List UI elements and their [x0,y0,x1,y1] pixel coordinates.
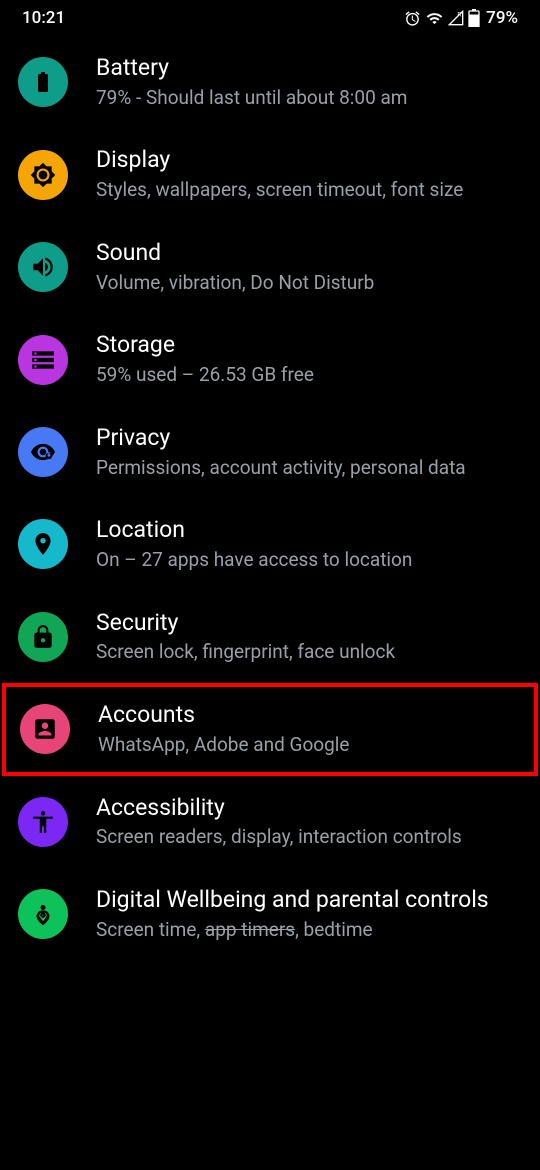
accounts-icon [20,704,70,754]
wellbeing-icon [18,889,68,939]
setting-security-text: Security Screen lock, fingerprint, face … [96,609,522,665]
setting-storage-text: Storage 59% used – 26.53 GB free [96,331,522,387]
setting-security-title: Security [96,609,522,638]
status-battery-pct: 79% [486,8,518,28]
setting-accounts-text: Accounts WhatsApp, Adobe and Google [98,701,520,757]
setting-accessibility-title: Accessibility [96,794,522,823]
setting-sound-text: Sound Volume, vibration, Do Not Disturb [96,239,522,295]
setting-wellbeing-text: Digital Wellbeing and parental controls … [96,886,522,942]
setting-sound-title: Sound [96,239,522,268]
setting-battery-title: Battery [96,54,522,83]
alarm-icon [404,10,421,27]
wellbeing-sub-strike: app timers [205,918,295,941]
setting-privacy-sub: Permissions, account activity, personal … [96,456,522,481]
setting-accessibility-text: Accessibility Screen readers, display, i… [96,794,522,850]
setting-wellbeing-title: Digital Wellbeing and parental controls [96,886,522,915]
setting-display-sub: Styles, wallpapers, screen timeout, font… [96,178,522,203]
status-time: 10:21 [22,8,65,28]
status-right: R 79% [404,8,518,28]
setting-location-text: Location On – 27 apps have access to loc… [96,516,522,572]
setting-battery[interactable]: Battery 79% - Should last until about 8:… [0,36,540,128]
wellbeing-sub-pre: Screen time, [96,918,205,941]
setting-accessibility[interactable]: Accessibility Screen readers, display, i… [0,776,540,868]
setting-battery-text: Battery 79% - Should last until about 8:… [96,54,522,110]
setting-storage[interactable]: Storage 59% used – 26.53 GB free [0,313,540,405]
setting-display[interactable]: Display Styles, wallpapers, screen timeo… [0,128,540,220]
battery-icon [468,9,480,27]
wifi-icon [425,10,444,27]
setting-wellbeing[interactable]: Digital Wellbeing and parental controls … [0,868,540,960]
setting-accounts-title: Accounts [98,701,520,730]
setting-display-title: Display [96,146,522,175]
setting-accounts-sub: WhatsApp, Adobe and Google [98,733,520,758]
wellbeing-sub-post: , bedtime [295,918,372,941]
settings-list: Battery 79% - Should last until about 8:… [0,30,540,960]
display-icon [18,150,68,200]
setting-location[interactable]: Location On – 27 apps have access to loc… [0,498,540,590]
setting-security-sub: Screen lock, fingerprint, face unlock [96,640,522,665]
setting-sound[interactable]: Sound Volume, vibration, Do Not Disturb [0,221,540,313]
setting-security[interactable]: Security Screen lock, fingerprint, face … [0,591,540,683]
setting-accounts[interactable]: Accounts WhatsApp, Adobe and Google [2,683,538,775]
setting-location-title: Location [96,516,522,545]
setting-sound-sub: Volume, vibration, Do Not Disturb [96,271,522,296]
signal-icon: R [448,10,464,26]
privacy-icon [18,427,68,477]
setting-location-sub: On – 27 apps have access to location [96,548,522,573]
location-icon [18,519,68,569]
status-bar: 10:21 R 79% [0,0,540,30]
sound-icon [18,242,68,292]
storage-icon [18,335,68,385]
setting-display-text: Display Styles, wallpapers, screen timeo… [96,146,522,202]
setting-privacy-text: Privacy Permissions, account activity, p… [96,424,522,480]
setting-storage-title: Storage [96,331,522,360]
setting-privacy-title: Privacy [96,424,522,453]
setting-wellbeing-sub: Screen time, app timers, bedtime [96,918,522,943]
accessibility-icon [18,797,68,847]
battery-icon [18,57,68,107]
setting-battery-sub: 79% - Should last until about 8:00 am [96,86,522,111]
security-icon [18,612,68,662]
setting-privacy[interactable]: Privacy Permissions, account activity, p… [0,406,540,498]
setting-accessibility-sub: Screen readers, display, interaction con… [96,825,522,850]
svg-text:R: R [457,13,462,19]
setting-storage-sub: 59% used – 26.53 GB free [96,363,522,388]
